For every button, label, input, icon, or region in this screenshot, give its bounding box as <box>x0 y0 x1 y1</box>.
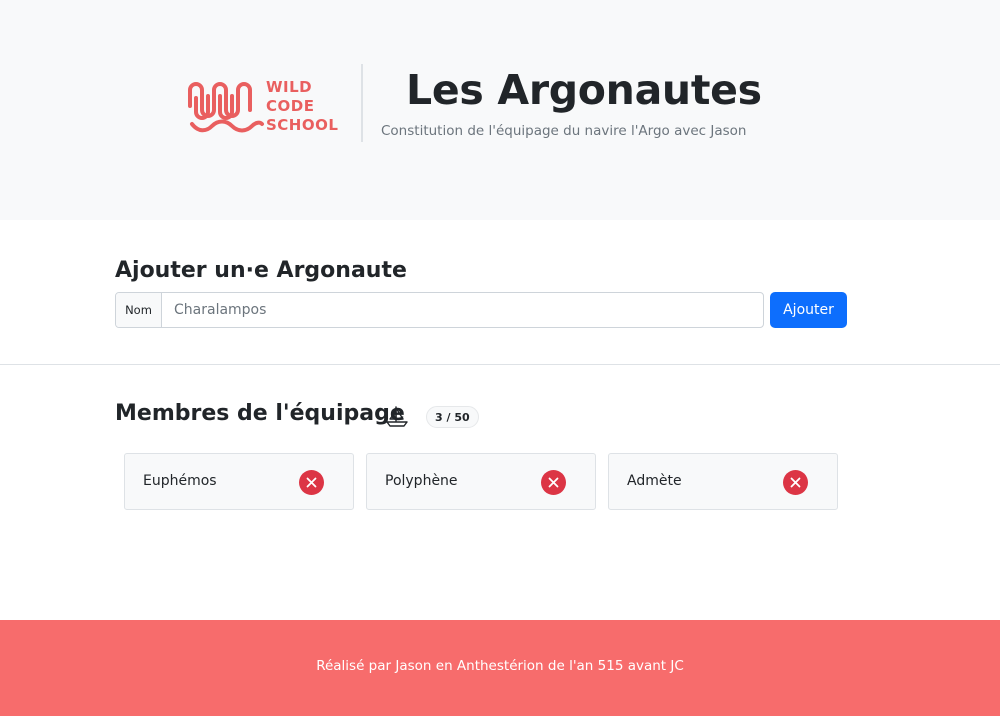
close-icon <box>790 477 801 488</box>
crew-member-card: Polyphène <box>366 453 596 510</box>
crew-count-badge: 3 / 50 <box>426 406 479 428</box>
section-divider <box>0 364 1000 365</box>
remove-member-button[interactable] <box>299 470 324 495</box>
crew-member-card: Admète <box>608 453 838 510</box>
crew-member-card: Euphémos <box>124 453 354 510</box>
page-subtitle: Constitution de l'équipage du navire l'A… <box>381 123 747 139</box>
close-icon <box>548 477 559 488</box>
name-input-prefix: Nom <box>116 293 162 327</box>
logo-line-school: SCHOOL <box>266 116 339 134</box>
logo-line-code: CODE <box>266 97 315 115</box>
page-header: WILD CODE SCHOOL Les Argonautes Constitu… <box>0 0 1000 220</box>
remove-member-button[interactable] <box>783 470 808 495</box>
header-divider <box>361 64 363 142</box>
crew-member-name: Euphémos <box>143 473 217 489</box>
sailboat-icon <box>386 406 408 427</box>
add-form-title: Ajouter un·e Argonaute <box>115 258 407 283</box>
logo-wordmark: WILD CODE SCHOOL <box>266 78 338 135</box>
name-input[interactable] <box>162 293 763 327</box>
add-button[interactable]: Ajouter <box>770 292 847 328</box>
crew-title: Membres de l'équipage <box>115 401 405 426</box>
crew-member-name: Polyphène <box>385 473 458 489</box>
page-footer: Réalisé par Jason en Anthestérion de l'a… <box>0 620 1000 716</box>
page-title: Les Argonautes <box>406 66 762 114</box>
crew-member-name: Admète <box>627 473 682 489</box>
footer-text: Réalisé par Jason en Anthestérion de l'a… <box>316 658 684 674</box>
remove-member-button[interactable] <box>541 470 566 495</box>
close-icon <box>306 477 317 488</box>
name-input-group: Nom <box>115 292 764 328</box>
logo-line-wild: WILD <box>266 78 313 96</box>
